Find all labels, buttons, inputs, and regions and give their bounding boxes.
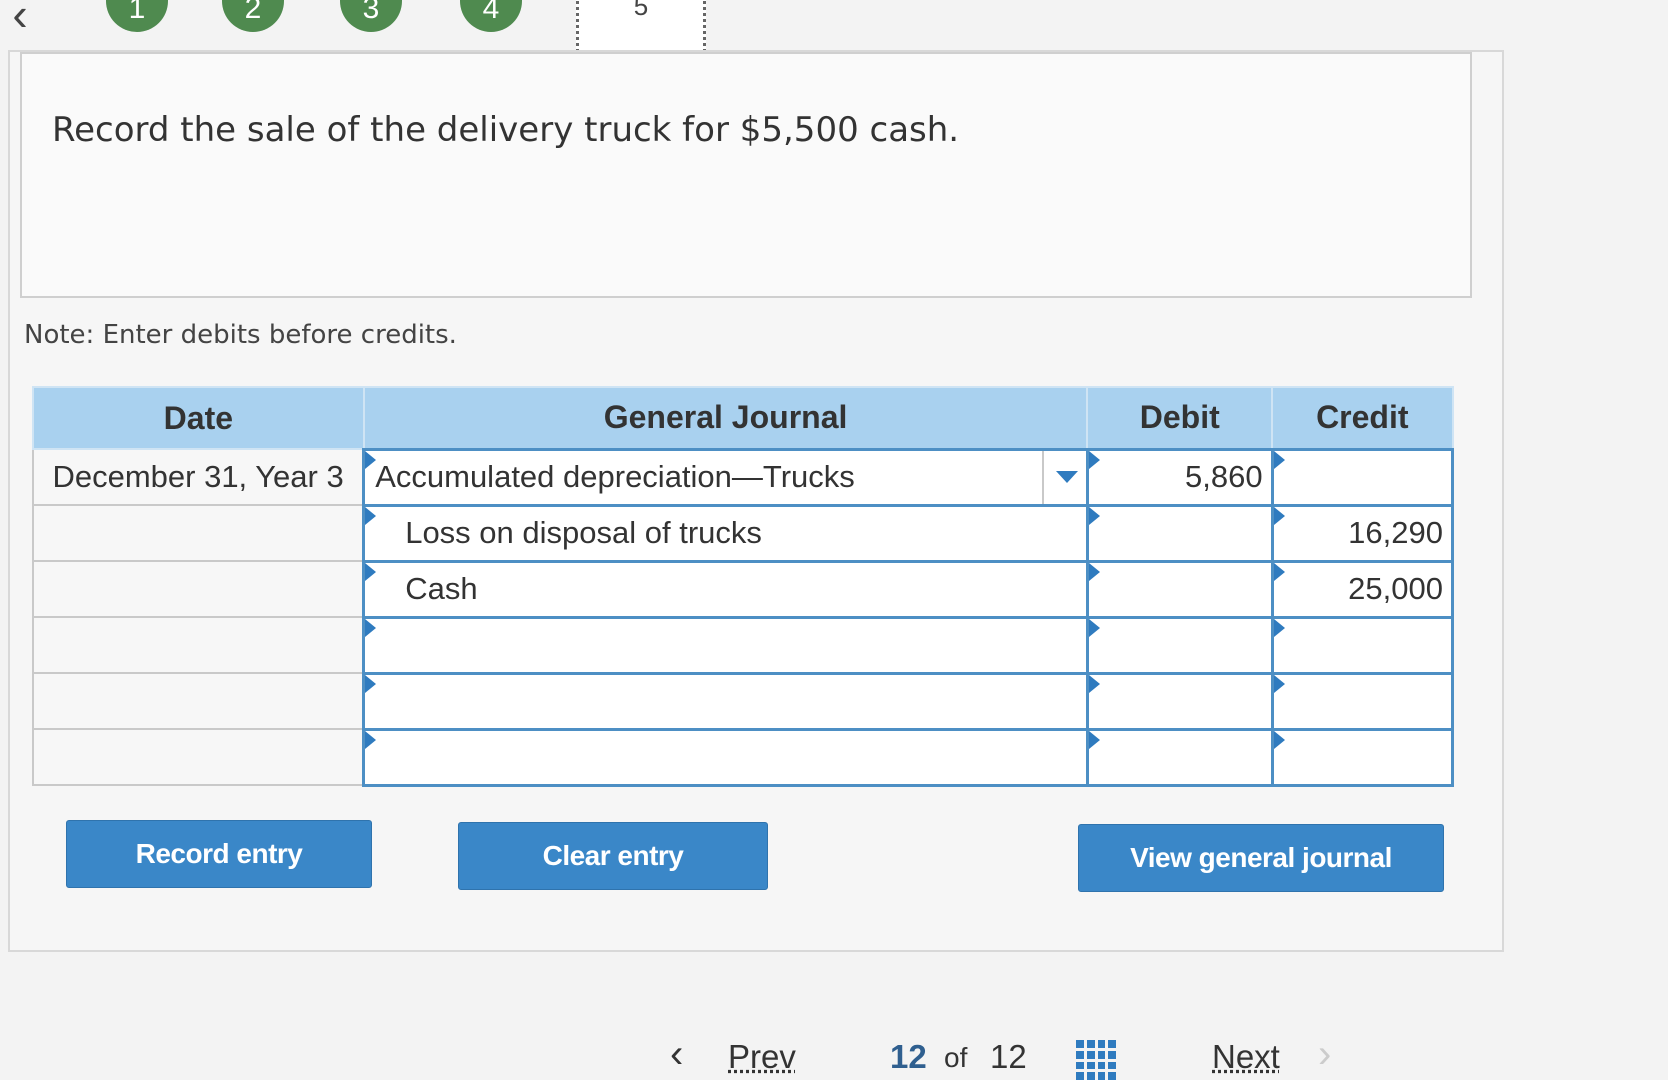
flag-marker-icon (1273, 674, 1285, 693)
credit-input[interactable]: 16,290 (1270, 503, 1455, 563)
table-row: December 31, Year 3 Accumulated deprecia… (32, 447, 1455, 507)
debit-value: 5,860 (1185, 459, 1263, 494)
flag-marker-icon (1088, 450, 1100, 469)
debit-input[interactable] (1085, 671, 1274, 731)
account-value: Cash (405, 571, 478, 606)
date-cell (32, 728, 365, 786)
date-cell (32, 616, 365, 674)
prompt-box: Record the sale of the delivery truck fo… (20, 52, 1472, 298)
view-general-journal-button[interactable]: View general journal (1078, 824, 1444, 892)
date-cell (32, 504, 365, 562)
account-input[interactable]: Loss on disposal of trucks (362, 503, 1089, 563)
account-input[interactable] (362, 727, 1089, 787)
account-value: Accumulated depreciation—Trucks (375, 459, 855, 494)
prompt-text: Record the sale of the delivery truck fo… (52, 110, 960, 150)
flag-marker-icon (1273, 730, 1285, 749)
flag-marker-icon (1088, 618, 1100, 637)
total-pages: 12 (990, 1038, 1027, 1075)
clear-entry-button[interactable]: Clear entry (458, 822, 768, 890)
flag-marker-icon (1088, 562, 1100, 581)
debit-input[interactable] (1085, 559, 1274, 619)
flag-marker-icon (1273, 450, 1285, 469)
flag-marker-icon (365, 618, 377, 637)
header-date: Date (32, 386, 365, 450)
header-debit: Debit (1086, 386, 1274, 450)
credit-value: 25,000 (1348, 571, 1443, 606)
account-value: Loss on disposal of trucks (405, 515, 762, 550)
step-2[interactable]: 2 (222, 0, 284, 32)
credit-input[interactable] (1270, 615, 1455, 675)
table-row: Cash 25,000 (32, 559, 1455, 619)
header-credit: Credit (1271, 386, 1454, 450)
table-row (32, 615, 1455, 675)
grid-icon[interactable] (1076, 1040, 1116, 1080)
flag-marker-icon (365, 730, 377, 749)
date-cell (32, 672, 365, 730)
next-link[interactable]: Next (1212, 1038, 1280, 1076)
account-input[interactable] (362, 615, 1089, 675)
table-row (32, 727, 1455, 787)
record-entry-button[interactable]: Record entry (66, 820, 372, 888)
flag-marker-icon (1088, 674, 1100, 693)
credit-input[interactable] (1270, 447, 1455, 507)
prev-link[interactable]: Prev (728, 1038, 796, 1076)
step-3[interactable]: 3 (340, 0, 402, 32)
account-input[interactable] (362, 671, 1089, 731)
back-chevron-icon[interactable]: ‹ (0, 0, 40, 37)
credit-input[interactable]: 25,000 (1270, 559, 1455, 619)
journal-header-row: Date General Journal Debit Credit (32, 386, 1454, 450)
credit-input[interactable] (1270, 671, 1455, 731)
flag-marker-icon (365, 450, 377, 469)
date-cell (32, 560, 365, 618)
table-row: Loss on disposal of trucks 16,290 (32, 503, 1455, 563)
dropdown-arrow-icon[interactable] (1041, 450, 1086, 504)
debit-input[interactable] (1085, 503, 1274, 563)
table-row (32, 671, 1455, 731)
credit-value: 16,290 (1348, 515, 1443, 550)
step-1[interactable]: 1 (106, 0, 168, 32)
prev-chevron-icon[interactable]: ‹ (670, 1032, 683, 1077)
flag-marker-icon (1273, 618, 1285, 637)
page-of-label: of (944, 1042, 968, 1073)
debit-input[interactable] (1085, 615, 1274, 675)
flag-marker-icon (365, 506, 377, 525)
date-cell[interactable]: December 31, Year 3 (32, 448, 365, 506)
next-chevron-icon[interactable]: › (1318, 1032, 1331, 1077)
credit-input[interactable] (1270, 727, 1455, 787)
account-select[interactable]: Accumulated depreciation—Trucks (362, 447, 1089, 507)
account-input[interactable]: Cash (362, 559, 1089, 619)
flag-marker-icon (365, 562, 377, 581)
flag-marker-icon (365, 674, 377, 693)
note-text: Note: Enter debits before credits. (24, 320, 457, 350)
debit-input[interactable]: 5,860 (1085, 447, 1274, 507)
flag-marker-icon (1088, 506, 1100, 525)
flag-marker-icon (1088, 730, 1100, 749)
flag-marker-icon (1273, 506, 1285, 525)
header-general-journal: General Journal (362, 386, 1089, 450)
flag-marker-icon (1273, 562, 1285, 581)
question-panel: Record the sale of the delivery truck fo… (8, 50, 1504, 952)
step-4[interactable]: 4 (460, 0, 522, 32)
journal-table: Date General Journal Debit Credit Decemb… (32, 386, 1455, 787)
current-page: 12 (890, 1038, 927, 1075)
debit-input[interactable] (1085, 727, 1274, 787)
page: ‹ 1 2 3 4 5 Record the sale of the deliv… (0, 0, 1668, 1080)
